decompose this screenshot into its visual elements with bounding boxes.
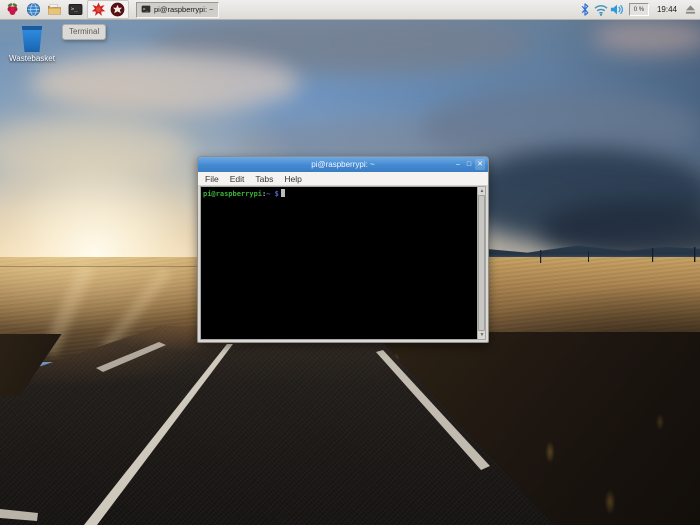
window-title: pi@raspberrypi: ~: [311, 160, 375, 169]
scrollbar-up-arrow[interactable]: ▲: [478, 187, 485, 195]
menu-tabs[interactable]: Tabs: [255, 174, 273, 184]
menu-file[interactable]: File: [205, 174, 219, 184]
terminal-content[interactable]: pi@raspberrypi:~ $ ▲ ▼: [200, 186, 486, 340]
menu-button[interactable]: [3, 1, 22, 19]
terminal-icon: >_: [68, 2, 83, 17]
wolfram-icon: [110, 2, 125, 17]
storm-cloud: [455, 148, 700, 243]
window-titlebar[interactable]: pi@raspberrypi: ~ – □ ✕: [198, 157, 488, 172]
terminal-launcher[interactable]: >_: [66, 1, 85, 19]
desktop: >_ >_ pi@raspberrypi: ~ 0 % 19:44 Termin…: [0, 0, 700, 525]
roadside-vegetation-left: [0, 334, 62, 396]
scrollbar-thumb[interactable]: [478, 195, 485, 331]
tooltip: Terminal: [62, 24, 107, 40]
roadside-vegetation-right: [372, 332, 700, 525]
cloud: [30, 52, 300, 114]
wastebasket-icon: [21, 26, 43, 52]
cpu-usage-monitor[interactable]: 0 %: [628, 3, 649, 16]
terminal-cursor: [280, 189, 285, 197]
mathematica-launcher[interactable]: [89, 1, 108, 19]
cloud: [0, 118, 190, 178]
road: [0, 326, 557, 525]
menu-help[interactable]: Help: [284, 174, 301, 184]
taskbar-window-button[interactable]: >_ pi@raspberrypi: ~: [136, 1, 219, 18]
cloud: [592, 20, 700, 54]
volume-icon[interactable]: [610, 3, 624, 17]
window-controls: – □ ✕: [453, 157, 485, 172]
browser-launcher[interactable]: [24, 1, 43, 19]
prompt-user-host: pi@raspberrypi: [203, 190, 263, 198]
cpu-usage-value: 0 %: [633, 6, 645, 13]
terminal-prompt: pi@raspberrypi:~ $: [201, 187, 485, 199]
tooltip-text: Terminal: [69, 27, 100, 36]
sun-ray: [41, 262, 95, 357]
folder-icon: [47, 2, 62, 17]
mathematica-spikey-icon: [91, 2, 106, 17]
cloud: [150, 14, 530, 74]
bluetooth-icon[interactable]: [578, 3, 592, 17]
svg-text:>_: >_: [143, 7, 149, 12]
terminal-icon: >_: [141, 4, 151, 16]
maximize-button[interactable]: □: [464, 159, 474, 170]
minimize-button[interactable]: –: [453, 159, 463, 170]
wastebasket-desktop-icon[interactable]: Wastebasket: [6, 26, 58, 63]
storm-cloud: [540, 200, 700, 260]
launcher-group: [87, 0, 129, 19]
globe-icon: [26, 2, 41, 17]
wolfram-launcher[interactable]: [108, 1, 127, 19]
eject-icon[interactable]: [683, 3, 697, 17]
menu-edit[interactable]: Edit: [230, 174, 245, 184]
svg-text:>_: >_: [71, 6, 78, 12]
wifi-icon[interactable]: [594, 3, 608, 17]
raspberry-icon: [5, 2, 20, 17]
scrollbar-down-arrow[interactable]: ▼: [478, 331, 485, 339]
wastebasket-label: Wastebasket: [9, 54, 55, 63]
terminal-window: pi@raspberrypi: ~ – □ ✕ File Edit Tabs H…: [197, 156, 489, 343]
prompt-symbol: $: [270, 190, 279, 198]
file-manager-launcher[interactable]: [45, 1, 64, 19]
terminal-scrollbar[interactable]: ▲ ▼: [477, 187, 485, 339]
taskbar-window-label: pi@raspberrypi: ~: [154, 5, 214, 14]
clock[interactable]: 19:44: [657, 5, 677, 14]
taskbar: >_ >_ pi@raspberrypi: ~ 0 % 19:44: [0, 0, 700, 20]
close-button[interactable]: ✕: [475, 159, 485, 170]
window-menubar: File Edit Tabs Help: [198, 172, 488, 186]
sun-ray: [100, 266, 172, 354]
